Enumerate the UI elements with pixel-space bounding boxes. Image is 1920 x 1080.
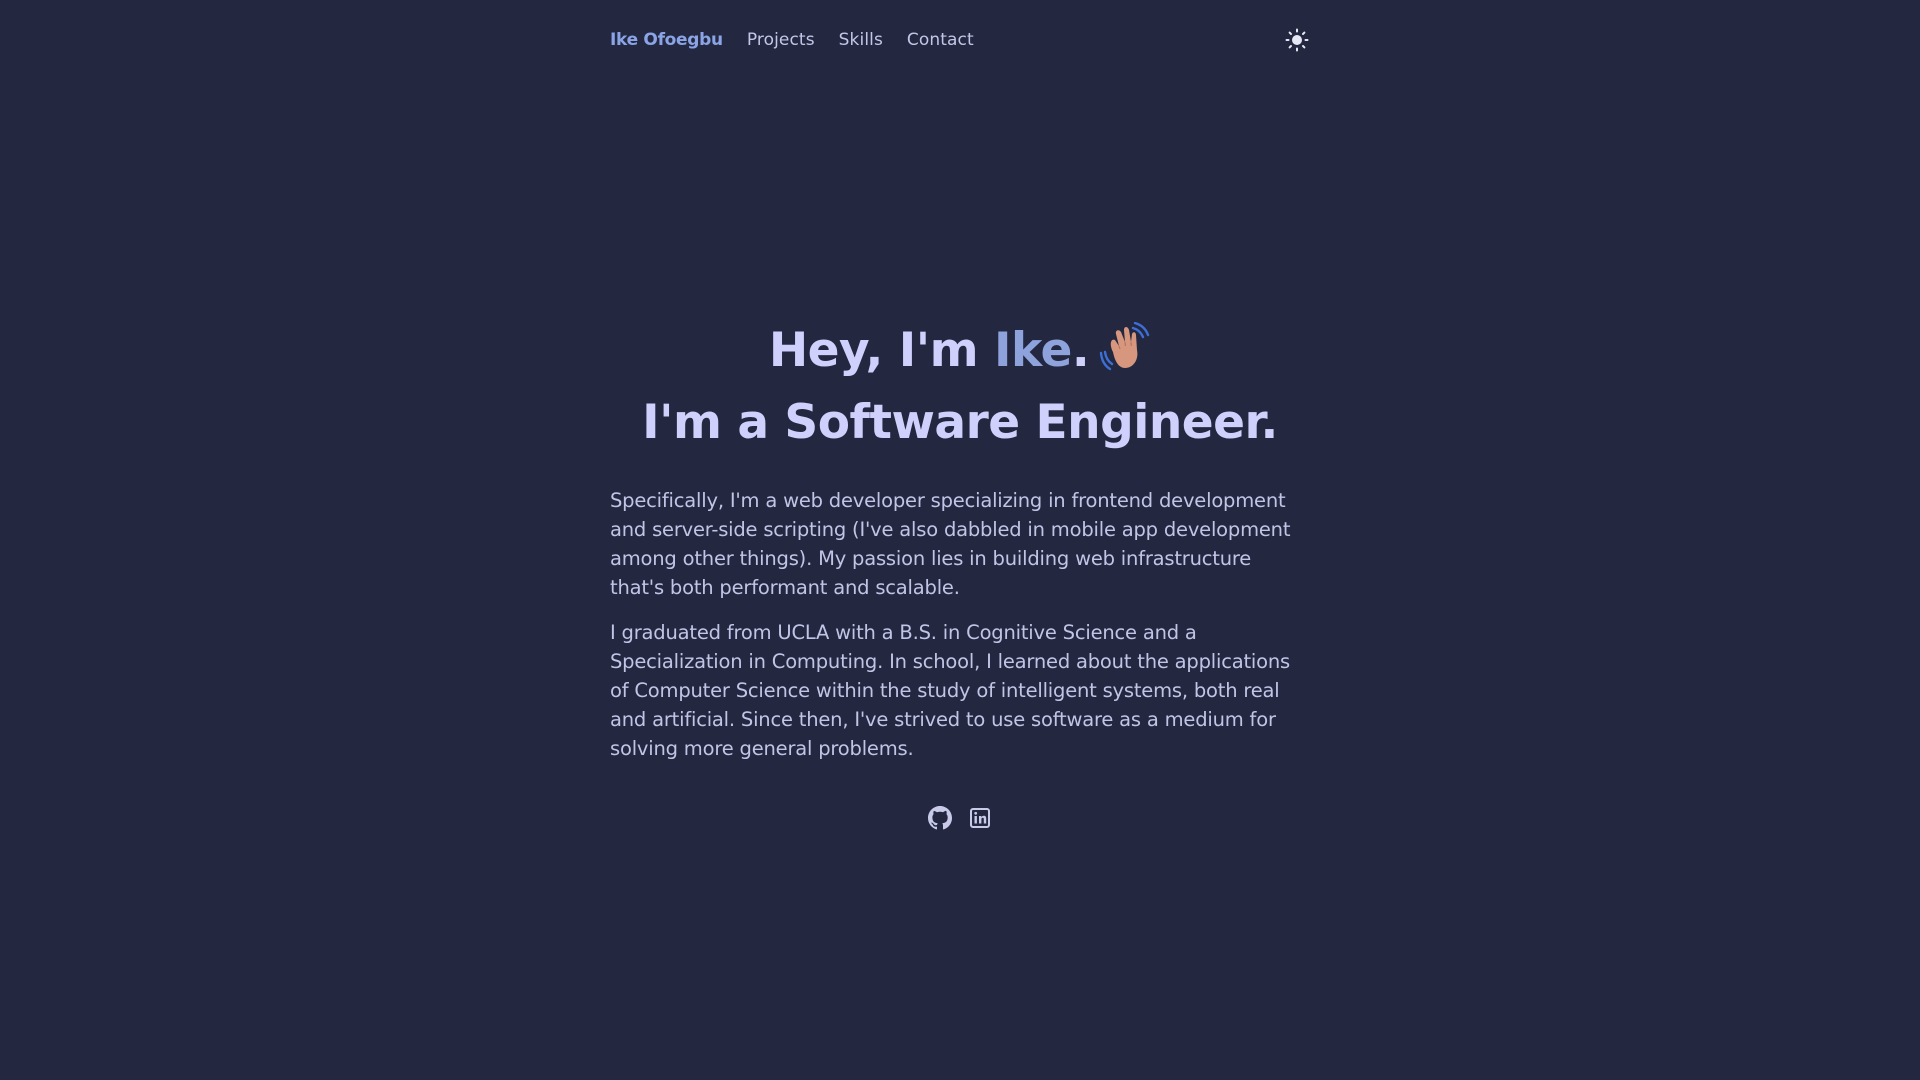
nav-link-contact[interactable]: Contact — [907, 30, 974, 50]
hero-title: I'm a Software Engineer. — [642, 395, 1278, 450]
linkedin-link[interactable] — [968, 806, 992, 830]
bio-paragraph-1: Specifically, I'm a web developer specia… — [610, 489, 1291, 599]
greeting-prefix: Hey, I'm — [768, 323, 979, 378]
hero-section: Hey, I'm Ike. I'm a Software Engineer. — [560, 318, 1360, 456]
nav-link-projects[interactable]: Projects — [747, 30, 815, 50]
sun-icon — [1285, 28, 1309, 52]
nav-brand-link[interactable]: Ike Ofoegbu — [610, 30, 723, 50]
github-link[interactable] — [928, 806, 952, 830]
bio-paragraph-2: I graduated from UCLA with a B.S. in Cog… — [610, 621, 1290, 760]
top-nav: Ike Ofoegbu Projects Skills Contact — [610, 0, 1310, 80]
hero-greeting: Hey, I'm Ike. — [560, 318, 1360, 390]
linkedin-icon — [970, 808, 990, 828]
github-icon — [928, 806, 952, 830]
theme-toggle-button[interactable] — [1284, 27, 1310, 53]
waving-hand-icon — [1099, 321, 1151, 390]
nav-link-skills[interactable]: Skills — [839, 30, 883, 50]
page: Ike Ofoegbu Projects Skills Contact Hey,… — [0, 0, 1920, 1080]
greeting-suffix: . — [1071, 323, 1090, 378]
bio-section: Specifically, I'm a web developer specia… — [610, 486, 1310, 779]
hero-name: Ike — [993, 323, 1072, 378]
social-links — [0, 806, 1920, 830]
